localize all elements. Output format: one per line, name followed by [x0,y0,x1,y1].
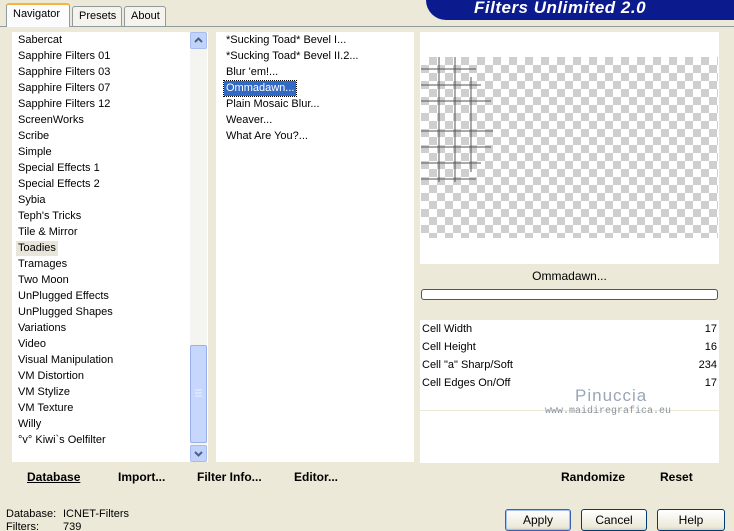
param-value: 17 [704,377,717,389]
param-row[interactable]: Cell Height 16 [420,338,719,356]
param-row-empty [420,428,719,446]
category-item[interactable]: Tile & Mirror [16,225,79,240]
tab-label: Presets [79,10,117,22]
category-item[interactable]: Special Effects 1 [16,161,102,176]
param-row[interactable]: Cell Width 17 [420,320,719,338]
import-button[interactable]: Import... [118,467,165,487]
category-item[interactable]: Video [16,337,48,352]
param-value: 17 [704,323,717,335]
param-slider[interactable] [570,364,710,366]
category-item[interactable]: UnPlugged Shapes [16,305,115,320]
category-item[interactable]: Sapphire Filters 03 [16,65,112,80]
tab-label: Navigator [13,8,61,20]
param-label: Cell "a" Sharp/Soft [422,359,513,371]
category-item[interactable]: Willy [16,417,43,432]
status-filters-label: Filters: [6,521,39,531]
filter-item[interactable]: Plain Mosaic Blur... [224,97,322,112]
category-item[interactable]: Tramages [16,257,69,272]
reset-button[interactable]: Reset [660,467,693,487]
category-item[interactable]: Sapphire Filters 01 [16,49,112,64]
filter-item[interactable]: Blur 'em!... [224,65,280,80]
filter-item[interactable]: Weaver... [224,113,274,128]
tab-divider [0,26,734,27]
status-filters-value: 739 [63,521,82,531]
tab-navigator[interactable]: Navigator [6,3,70,27]
filter-item[interactable]: Ommadawn... [222,80,298,97]
apply-button[interactable]: Apply [505,509,571,531]
scroll-thumb[interactable] [190,345,207,443]
param-value: 234 [698,359,717,371]
category-item[interactable]: Sabercat [16,33,64,48]
param-row[interactable]: Cell Edges On/Off 17 [420,374,719,392]
filter-item[interactable]: What Are You?... [224,129,310,144]
watermark-name-text: Pinuccia [575,386,648,405]
progress-bar [421,289,718,300]
filter-name-label: Ommadawn... [420,266,719,286]
category-item[interactable]: Teph's Tricks [16,209,83,224]
filter-name-text: Ommadawn... [532,269,607,283]
category-item[interactable]: Toadies [16,241,58,256]
category-item[interactable]: VM Distortion [16,369,86,384]
category-item[interactable]: Sapphire Filters 12 [16,97,112,112]
grip-icon [195,389,202,397]
help-button[interactable]: Help [657,509,725,531]
tab-about[interactable]: About [124,6,166,26]
tab-presets[interactable]: Presets [72,6,122,26]
cancel-button[interactable]: Cancel [581,509,647,531]
app-banner: Filters Unlimited 2.0 [426,0,734,20]
category-item[interactable]: Sybia [16,193,48,208]
chevron-down-icon [194,451,203,457]
editor-button[interactable]: Editor... [294,467,338,487]
watermark-site: www.maidiregrafica.eu [545,406,671,417]
category-item[interactable]: Sapphire Filters 07 [16,81,112,96]
database-button[interactable]: Database [27,467,80,487]
category-item[interactable]: UnPlugged Effects [16,289,111,304]
param-slider[interactable] [570,328,710,330]
tab-label: About [131,10,160,22]
category-item[interactable]: VM Texture [16,401,75,416]
category-scrollbar[interactable] [190,32,207,462]
param-slider[interactable] [570,346,710,348]
param-label: Cell Edges On/Off [422,377,511,389]
category-item[interactable]: Scribe [16,129,51,144]
category-list[interactable]: Sabercat Sapphire Filters 01 Sapphire Filt… [12,32,208,462]
category-item[interactable]: Variations [16,321,68,336]
filter-item[interactable]: *Sucking Toad* Bevel II.2... [224,49,361,64]
scroll-down-button[interactable] [190,445,207,462]
status-database-label: Database: [6,508,57,520]
watermark-name: Pinuccia [575,386,647,406]
category-item[interactable]: Simple [16,145,54,160]
filter-info-button[interactable]: Filter Info... [197,467,262,487]
category-item[interactable]: Visual Manipulation [16,353,115,368]
category-item[interactable]: ScreenWorks [16,113,86,128]
chevron-up-icon [194,37,203,43]
filter-list[interactable]: *Sucking Toad* Bevel I... *Sucking Toad* … [216,32,414,462]
category-item[interactable]: VM Stylize [16,385,72,400]
banner-title: Filters Unlimited 2.0 [474,0,647,17]
param-label: Cell Height [422,341,476,353]
category-item[interactable]: Special Effects 2 [16,177,102,192]
grid-preview-icon [421,57,493,182]
watermark-site-text: www.maidiregrafica.eu [545,406,672,417]
category-item[interactable]: °v° Kiwi`s Oelfilter [16,433,108,448]
param-row[interactable]: Cell "a" Sharp/Soft 234 [420,356,719,374]
status-database-value: ICNET-Filters [63,508,129,520]
randomize-button[interactable]: Randomize [561,467,625,487]
param-label: Cell Width [422,323,473,335]
param-slider[interactable] [570,382,710,384]
filter-item[interactable]: *Sucking Toad* Bevel I... [224,33,348,48]
preview-image [421,57,718,238]
scroll-up-button[interactable] [190,32,207,49]
category-item[interactable]: Two Moon [16,273,71,288]
param-value: 16 [704,341,717,353]
param-row-empty [420,445,719,463]
